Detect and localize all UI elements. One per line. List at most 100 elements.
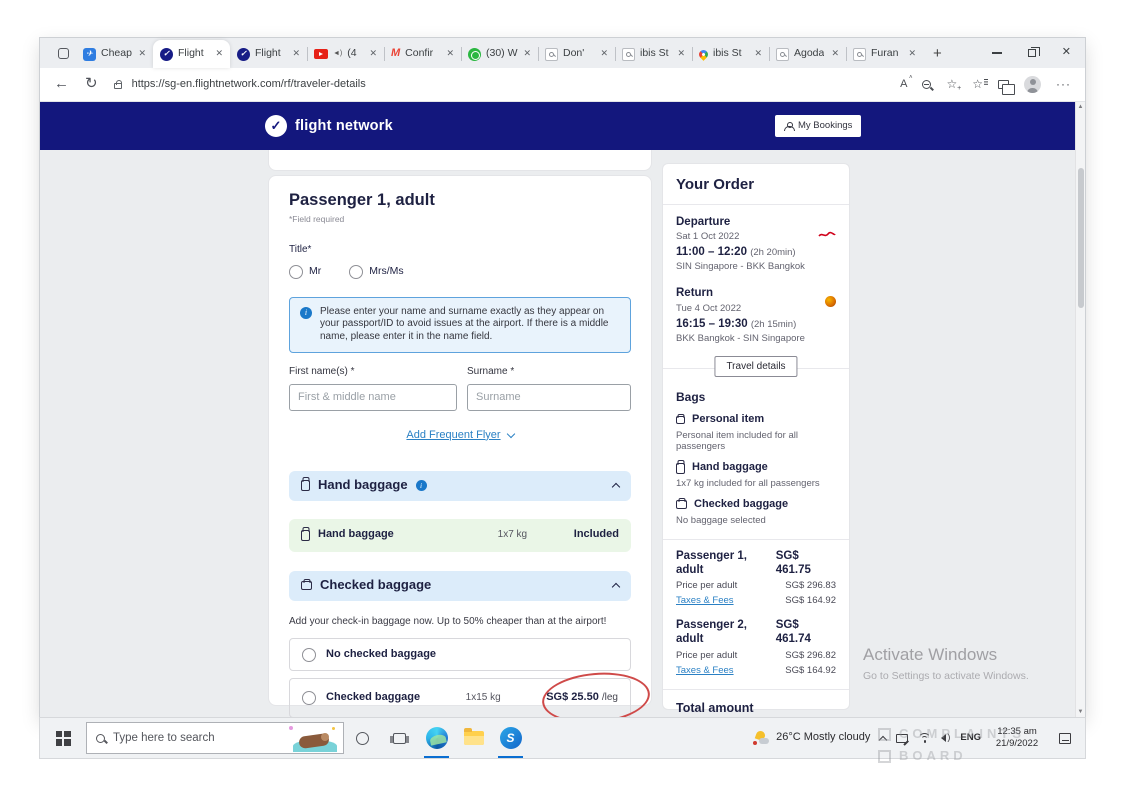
start-button[interactable]: [40, 718, 86, 758]
flightnetwork-favicon: ✓: [160, 48, 173, 61]
read-aloud-icon[interactable]: A˄: [900, 78, 907, 92]
option-checked-baggage[interactable]: Checked baggage 1x15 kg SG$ 25.50 /leg: [289, 678, 631, 718]
activate-line1: Activate Windows: [863, 644, 1029, 665]
tab-ibis-search[interactable]: ibis St ✕: [615, 40, 692, 68]
hand-baggage-section-header[interactable]: Hand baggage i: [289, 471, 631, 501]
activate-windows-watermark: Activate Windows Go to Settings to activ…: [863, 644, 1029, 683]
tab-actions-button[interactable]: [50, 40, 76, 66]
file-explorer-button[interactable]: [455, 718, 492, 758]
tab-close-icon[interactable]: ✕: [754, 48, 762, 59]
minimize-icon[interactable]: [992, 52, 1002, 53]
tab-flightnetwork-active[interactable]: ✓ Flight ✕: [153, 40, 230, 68]
add-frequent-flyer[interactable]: Add Frequent Flyer: [289, 429, 631, 443]
bag-name: Hand baggage: [692, 461, 768, 475]
info-icon[interactable]: i: [416, 480, 427, 491]
radio-option-mrs-ms[interactable]: Mrs/Ms: [349, 265, 403, 279]
tab-close-icon[interactable]: ✕: [369, 48, 377, 59]
my-bookings-button[interactable]: My Bookings: [775, 115, 861, 137]
favorites-bar-icon[interactable]: ☆: [972, 77, 983, 92]
bag-desc: 1x7 kg included for all passengers: [676, 478, 836, 490]
departure-date: Sat 1 Oct 2022: [676, 231, 836, 243]
brand[interactable]: ✓ flight network: [265, 115, 393, 137]
volume-icon[interactable]: ): [941, 732, 950, 743]
wifi-icon[interactable]: [918, 733, 931, 743]
scrollbar-thumb[interactable]: [1078, 168, 1084, 308]
add-favorite-icon[interactable]: ☆+: [946, 77, 957, 92]
travel-details-button[interactable]: Travel details: [714, 356, 797, 377]
tab-label: Flight: [255, 47, 281, 60]
first-name-input[interactable]: [289, 384, 457, 411]
taskbar-search-box[interactable]: [86, 722, 344, 754]
lock-icon[interactable]: [114, 83, 122, 89]
tab-ibis-maps[interactable]: ibis St ✕: [692, 40, 769, 68]
hand-row-status: Included: [574, 528, 619, 542]
scroll-down-icon[interactable]: ▼: [1076, 709, 1085, 717]
tab-label: Cheap: [101, 47, 132, 60]
bags-checked-baggage: Checked baggage No baggage selected: [676, 498, 836, 527]
radio-option-mr[interactable]: Mr: [289, 265, 321, 279]
tab-whatsapp[interactable]: (30) W ✕: [461, 40, 538, 68]
surname-input[interactable]: [467, 384, 631, 411]
add-frequent-flyer-link[interactable]: Add Frequent Flyer: [406, 429, 500, 443]
taxes-fees-link[interactable]: Taxes & Fees: [676, 595, 734, 607]
tab-flightnetwork[interactable]: ✓ Flight ✕: [230, 40, 307, 68]
tab-furama[interactable]: Furan ✕: [846, 40, 923, 68]
action-center-icon[interactable]: [1059, 733, 1071, 744]
device-icon[interactable]: [896, 734, 908, 743]
tab-actions-icon: [58, 48, 69, 59]
hand-baggage-icon: [676, 463, 685, 474]
checked-baggage-title: Checked baggage: [320, 577, 431, 593]
tab-gmail[interactable]: M Confir ✕: [384, 40, 461, 68]
per-adult-value: SG$ 296.83: [785, 580, 836, 592]
passenger-name: Passenger 2, adult: [676, 618, 776, 647]
restore-icon[interactable]: [1028, 49, 1036, 57]
tab-close-icon[interactable]: ✕: [446, 48, 454, 59]
language-indicator[interactable]: ENG: [960, 732, 981, 744]
flightnetwork-favicon: ✓: [237, 48, 250, 61]
tab-close-icon[interactable]: ✕: [908, 48, 916, 59]
profile-avatar[interactable]: [1024, 76, 1041, 93]
tab-close-icon[interactable]: ✕: [677, 48, 685, 59]
collections-icon[interactable]: [998, 80, 1009, 89]
checked-baggage-section-header[interactable]: Checked baggage: [289, 571, 631, 601]
settings-menu-icon[interactable]: ···: [1056, 77, 1071, 92]
tab-close-icon[interactable]: ✕: [831, 48, 839, 59]
tab-audio-icon[interactable]: ◄): [333, 50, 342, 59]
zoom-out-icon[interactable]: [922, 80, 931, 89]
collapse-control[interactable]: [613, 576, 619, 596]
tab-close-icon[interactable]: ✕: [292, 48, 300, 59]
tab-youtube[interactable]: ◄) (4 ✕: [307, 40, 384, 68]
blue-app-icon: S: [500, 727, 522, 749]
taskbar-clock[interactable]: 12:35 am 21/9/2022: [991, 726, 1043, 750]
blue-app-button[interactable]: S: [492, 718, 529, 758]
tab-close-icon[interactable]: ✕: [600, 48, 608, 59]
task-view-button[interactable]: [381, 718, 418, 758]
my-bookings-label: My Bookings: [798, 120, 852, 132]
refresh-icon[interactable]: ↻: [85, 75, 98, 94]
brand-name: flight network: [295, 117, 393, 135]
tab-close-icon[interactable]: ✕: [215, 48, 223, 59]
scroll-up-icon[interactable]: ▲: [1076, 104, 1085, 112]
taxes-fees-link[interactable]: Taxes & Fees: [676, 665, 734, 677]
option-label: No checked baggage: [326, 648, 436, 662]
tab-agoda[interactable]: Agoda ✕: [769, 40, 846, 68]
close-icon[interactable]: ✕: [1062, 46, 1071, 60]
weather-widget[interactable]: 26°C Mostly cloudy: [753, 731, 870, 745]
tab-search-result[interactable]: Don' ✕: [538, 40, 615, 68]
tab-close-icon[interactable]: ✕: [138, 48, 146, 59]
scrollbar[interactable]: ▲ ▼: [1075, 102, 1085, 718]
tray-expand-icon[interactable]: [879, 735, 887, 743]
tab-close-icon[interactable]: ✕: [523, 48, 531, 59]
option-no-checked-baggage[interactable]: No checked baggage: [289, 638, 631, 671]
title-radio-group: Mr Mrs/Ms: [289, 265, 631, 279]
tab-cheapflights[interactable]: ✈ Cheap ✕: [76, 40, 153, 68]
collapse-control[interactable]: [613, 476, 619, 496]
cortana-button[interactable]: [344, 718, 381, 758]
address-bar[interactable]: https://sg-en.flightnetwork.com/rf/trave…: [132, 78, 885, 92]
edge-taskbar-button[interactable]: [418, 718, 455, 758]
back-icon[interactable]: ←: [54, 75, 69, 94]
edge-icon: [426, 727, 448, 749]
personal-item-icon: [676, 416, 685, 424]
per-adult-value: SG$ 296.82: [785, 650, 836, 662]
new-tab-button[interactable]: +: [933, 45, 942, 64]
